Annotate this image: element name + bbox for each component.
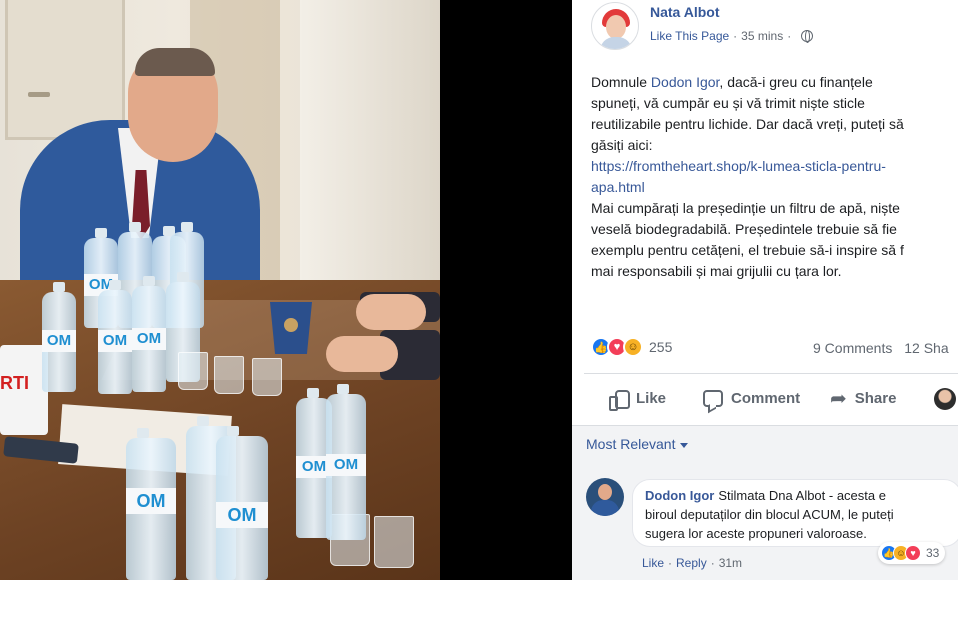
comment-line: Dodon Igor Stilmata Dna Albot - acesta e — [645, 486, 949, 505]
post-text-line: veselă biodegradabilă. Președintele treb… — [591, 221, 897, 237]
post-text-line: găsiți aici: — [591, 137, 653, 153]
post-meta: Like This Page · 35 mins · — [650, 29, 814, 43]
photo-hand-1 — [356, 294, 426, 330]
post-link[interactable]: https://fromtheheart.shop/k-lumea-sticla… — [591, 156, 958, 177]
thumbs-up-icon — [608, 388, 630, 411]
comment-sort-dropdown[interactable]: Most Relevant — [586, 436, 689, 452]
comment-button-label: Comment — [731, 389, 801, 407]
mug-text: RTI — [0, 373, 29, 393]
avatar-face — [606, 15, 626, 39]
post-text-segment: Domnule — [591, 74, 651, 90]
post-as-avatar[interactable] — [934, 388, 956, 410]
comments-section: Most Relevant Dodon Igor Stilmata Dna Alb… — [572, 425, 958, 580]
comment-actions: Like · Reply · 31m — [642, 556, 742, 570]
photo-glass — [252, 358, 282, 396]
meta-separator: · — [787, 29, 792, 43]
comment-body: Dodon Igor Stilmata Dna Albot - acesta e … — [632, 479, 958, 547]
shares-count[interactable]: 12 Sha — [904, 340, 948, 356]
post-link[interactable]: apa.html — [591, 177, 958, 198]
bottle-label: OM — [132, 328, 166, 350]
comment-sort-label: Most Relevant — [586, 436, 676, 452]
like-button[interactable]: Like — [608, 380, 666, 416]
comment-button[interactable]: Comment — [703, 380, 800, 416]
page-avatar[interactable] — [591, 2, 639, 50]
post-text-line: mai responsabili și mai grijulii cu țara… — [591, 263, 842, 279]
comment-avatar-face — [598, 484, 612, 500]
comments-count[interactable]: 9 Comments — [813, 340, 892, 356]
photo-bottle: OM — [98, 280, 132, 394]
bottle-label: OM — [42, 330, 76, 352]
post-text-line: exemplu pentru cetățeni, el trebuie să-i… — [591, 242, 904, 258]
post-timestamp[interactable]: 35 mins — [741, 29, 783, 43]
comment-text: Stilmata Dna Albot - acesta e — [718, 488, 886, 503]
post-text-line: Domnule Dodon Igor, dacă-i greu cu finan… — [591, 72, 958, 93]
love-reaction-icon: ♥ — [905, 545, 921, 561]
meta-separator: · — [733, 29, 738, 43]
comment-like-link[interactable]: Like — [642, 556, 664, 570]
post-text-segment: , dacă-i greu cu finanțele — [719, 74, 873, 90]
share-button-label: Share — [854, 389, 897, 407]
photo-bottle: OM — [42, 282, 76, 392]
post-text: Domnule Dodon Igor, dacă-i greu cu finan… — [591, 72, 958, 282]
like-page-link[interactable]: Like This Page — [650, 29, 729, 43]
comment-line: sugera lor aceste propuneri valoroase. — [645, 526, 867, 541]
photo-glass — [374, 516, 414, 568]
photo-bottle: OM — [126, 428, 176, 580]
photo-bottle: OM — [216, 426, 268, 580]
separator: · — [668, 556, 673, 570]
post-text-line: Mai cumpărați la președinție un filtru d… — [591, 200, 900, 216]
comment-reactions[interactable]: 👍 ☺ ♥ 33 — [878, 542, 946, 564]
like-button-label: Like — [636, 389, 667, 407]
comment-reaction-count: 33 — [926, 546, 940, 560]
comment-avatar-body — [591, 500, 619, 516]
photo-bottle: OM — [132, 276, 166, 392]
divider — [584, 373, 958, 374]
photo-cup-logo — [284, 318, 298, 332]
divider — [572, 425, 958, 426]
avatar-body — [600, 37, 632, 49]
share-button[interactable]: ➦ Share — [830, 380, 896, 416]
page-name[interactable]: Nata Albot — [650, 4, 719, 20]
engagement-counts: 9 Comments 12 Sha — [813, 340, 949, 356]
mention-dodon-igor[interactable]: Dodon Igor — [651, 74, 720, 90]
haha-reaction-icon: ☺ — [623, 337, 643, 357]
comment-line: biroul deputaților din blocul ACUM, le p… — [645, 507, 894, 522]
reaction-count: 255 — [649, 339, 673, 355]
globe-icon[interactable] — [801, 30, 814, 43]
post-photo[interactable]: RTI OM OM OM OM OM OM OM OM — [0, 0, 440, 580]
comment-author-avatar[interactable] — [586, 478, 624, 516]
bottle-label: OM — [126, 488, 176, 514]
reactions-summary[interactable]: 👍 ♥ ☺ 255 — [591, 337, 672, 357]
post-actions: Like Comment ➦ Share — [572, 380, 958, 416]
comment-bubble-icon — [703, 389, 723, 407]
share-arrow-icon: ➦ — [830, 387, 847, 410]
post-text-line: spuneți, vă cumpăr eu și vă trimit niște… — [591, 95, 865, 111]
comment-timestamp[interactable]: 31m — [719, 556, 742, 570]
bottle-label: OM — [216, 502, 268, 528]
photo-bottle: OM — [326, 384, 366, 540]
post-text-line: reutilizabile pentru lichide. Dar dacă v… — [591, 116, 904, 132]
chevron-down-icon — [680, 442, 689, 448]
photo-glass — [214, 356, 244, 394]
photo-glass — [178, 352, 208, 390]
photo-viewer[interactable]: RTI OM OM OM OM OM OM OM OM — [0, 0, 572, 580]
post-panel: Nata Albot Like This Page · 35 mins · Do… — [572, 0, 958, 580]
separator: · — [710, 556, 715, 570]
photo-mug: RTI — [0, 345, 48, 435]
photo-man-hair — [135, 48, 215, 76]
comment-reply-link[interactable]: Reply — [676, 556, 707, 570]
photo-door — [5, 0, 125, 140]
door-handle — [28, 92, 50, 97]
bottle-label: OM — [98, 330, 132, 352]
photo-hand-2 — [326, 336, 398, 372]
bottle-label: OM — [326, 454, 366, 476]
comment-author[interactable]: Dodon Igor — [645, 488, 714, 503]
